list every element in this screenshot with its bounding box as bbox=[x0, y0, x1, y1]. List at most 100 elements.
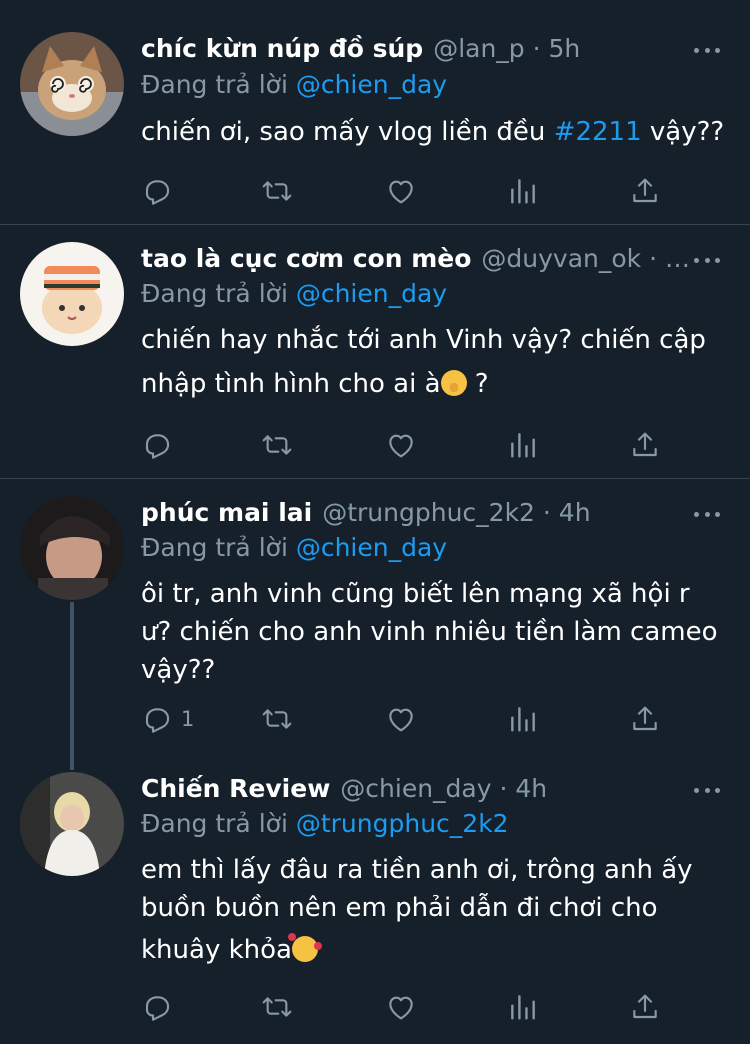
more-options-icon[interactable] bbox=[694, 786, 720, 794]
retweet-icon bbox=[262, 709, 292, 729]
analytics-icon bbox=[511, 707, 535, 732]
smiling-face-with-hearts-emoji bbox=[287, 933, 322, 962]
replying-to: Đang trả lời @chien_day bbox=[141, 531, 447, 565]
tweet[interactable]: tao là cục cơm con mèo @duyvan_ok · … Đa… bbox=[0, 225, 750, 479]
retweet-icon bbox=[262, 435, 292, 455]
tweet-text-part: khuây khỏa bbox=[141, 935, 292, 965]
tweet-text: ôi tr, anh vinh cũng biết lên mạng xã hộ… bbox=[141, 575, 731, 689]
tweet-text: chiến ơi, sao mấy vlog liền đều #2211 vậ… bbox=[141, 113, 731, 151]
share-button[interactable] bbox=[629, 702, 661, 736]
tweet-text-line: nhập tình hình cho ai à ? bbox=[141, 365, 731, 403]
analytics-button[interactable] bbox=[507, 702, 539, 736]
reply-icon bbox=[145, 434, 170, 459]
analytics-button[interactable] bbox=[507, 990, 539, 1024]
tweet-text-part: nhập tình hình cho ai à bbox=[141, 369, 441, 399]
replying-to-label: Đang trả lời bbox=[141, 70, 296, 99]
handle-and-time[interactable]: @chien_day · 4h bbox=[340, 772, 547, 806]
replying-to: Đang trả lời @chien_day bbox=[141, 277, 447, 311]
like-button[interactable] bbox=[385, 990, 417, 1024]
handle-and-time[interactable]: @trungphuc_2k2 · 4h bbox=[322, 496, 590, 530]
display-name[interactable]: Chiến Review bbox=[141, 772, 330, 806]
like-icon bbox=[389, 434, 413, 458]
retweet-button[interactable] bbox=[261, 702, 293, 736]
display-name[interactable]: phúc mai lai bbox=[141, 496, 312, 530]
analytics-icon bbox=[511, 995, 535, 1020]
replying-to-label: Đang trả lời bbox=[141, 533, 296, 562]
tweet-text-line: vậy?? bbox=[141, 655, 216, 685]
handle-and-time[interactable]: @lan_p · 5h bbox=[433, 32, 580, 66]
avatar[interactable] bbox=[20, 242, 124, 346]
tweet[interactable]: phúc mai lai @trungphuc_2k2 · 4h Đang tr… bbox=[0, 479, 750, 761]
tweet-text-part: chiến ơi, sao mấy vlog liền đều bbox=[141, 117, 554, 147]
mention-link[interactable]: @chien_day bbox=[296, 70, 447, 99]
retweet-button[interactable] bbox=[261, 428, 293, 462]
tweet[interactable]: chíc kừn núp đồ súp @lan_p · 5h Đang trả… bbox=[0, 0, 750, 224]
tweet-text-line: ư? chiến cho anh vinh nhiêu tiền làm cam… bbox=[141, 617, 718, 647]
shushing-face-emoji bbox=[440, 370, 467, 396]
like-icon bbox=[389, 996, 413, 1020]
more-options-icon[interactable] bbox=[694, 510, 720, 518]
retweet-button[interactable] bbox=[261, 174, 293, 208]
reply-button[interactable] bbox=[141, 428, 181, 462]
reply-count: 1 bbox=[181, 707, 195, 731]
like-button[interactable] bbox=[385, 428, 417, 462]
avatar[interactable] bbox=[20, 496, 124, 600]
display-name[interactable]: chíc kừn núp đồ súp bbox=[141, 32, 423, 66]
tweet-actions bbox=[141, 428, 661, 462]
analytics-button[interactable] bbox=[507, 428, 539, 462]
share-button[interactable] bbox=[629, 174, 661, 208]
like-icon bbox=[389, 180, 413, 204]
more-options-icon[interactable] bbox=[694, 46, 720, 54]
replying-to: Đang trả lời @chien_day bbox=[141, 68, 447, 102]
tweet-actions: 1 bbox=[141, 702, 661, 736]
tweet-text: chiến hay nhắc tới anh Vinh vậy? chiến c… bbox=[141, 321, 731, 403]
tweet-text-line: buồn buồn nên em phải dẫn đi chơi cho bbox=[141, 893, 658, 923]
tweet-text-line: khuây khỏa bbox=[141, 931, 731, 969]
reply-button[interactable]: 1 bbox=[141, 702, 194, 736]
more-options-icon[interactable] bbox=[694, 256, 720, 264]
mention-link[interactable]: @trungphuc_2k2 bbox=[296, 809, 509, 838]
tweet-actions bbox=[141, 990, 661, 1024]
share-icon bbox=[633, 994, 657, 1019]
tweet-text: em thì lấy đâu ra tiền anh ơi, trông anh… bbox=[141, 851, 731, 969]
tweet-header: tao là cục cơm con mèo @duyvan_ok · … bbox=[141, 242, 722, 276]
avatar[interactable] bbox=[20, 772, 124, 876]
share-icon bbox=[633, 706, 657, 731]
analytics-icon bbox=[511, 179, 535, 204]
display-name[interactable]: tao là cục cơm con mèo bbox=[141, 242, 471, 276]
reply-icon bbox=[145, 180, 170, 205]
tweet-header: chíc kừn núp đồ súp @lan_p · 5h bbox=[141, 32, 722, 66]
like-button[interactable] bbox=[385, 174, 417, 208]
tweet-text-line: chiến hay nhắc tới anh Vinh vậy? chiến c… bbox=[141, 325, 706, 355]
analytics-button[interactable] bbox=[507, 174, 539, 208]
mention-link[interactable]: @chien_day bbox=[296, 279, 447, 308]
reply-icon bbox=[145, 708, 170, 733]
share-icon bbox=[633, 178, 657, 203]
reply-button[interactable] bbox=[141, 990, 181, 1024]
hashtag-link[interactable]: #2211 bbox=[554, 117, 642, 147]
tweet-text-part: ? bbox=[466, 369, 489, 399]
reply-button[interactable] bbox=[141, 174, 181, 208]
avatar[interactable] bbox=[20, 32, 124, 136]
retweet-button[interactable] bbox=[261, 990, 293, 1024]
retweet-icon bbox=[262, 997, 292, 1017]
replying-to-label: Đang trả lời bbox=[141, 279, 296, 308]
tweet-actions bbox=[141, 174, 661, 208]
mention-link[interactable]: @chien_day bbox=[296, 533, 447, 562]
share-button[interactable] bbox=[629, 990, 661, 1024]
retweet-icon bbox=[262, 181, 292, 201]
share-icon bbox=[633, 432, 657, 457]
share-button[interactable] bbox=[629, 428, 661, 462]
like-button[interactable] bbox=[385, 702, 417, 736]
like-icon bbox=[389, 708, 413, 732]
tweet-text-line: ôi tr, anh vinh cũng biết lên mạng xã hộ… bbox=[141, 579, 690, 609]
replying-to: Đang trả lời @trungphuc_2k2 bbox=[141, 807, 509, 841]
handle-and-time[interactable]: @duyvan_ok · … bbox=[481, 242, 690, 276]
tweet-header: phúc mai lai @trungphuc_2k2 · 4h bbox=[141, 496, 722, 530]
tweet-text-line: em thì lấy đâu ra tiền anh ơi, trông anh… bbox=[141, 855, 693, 885]
tweet-header: Chiến Review @chien_day · 4h bbox=[141, 772, 722, 806]
tweet-text-part: vậy?? bbox=[641, 117, 725, 147]
replying-to-label: Đang trả lời bbox=[141, 809, 296, 838]
tweet[interactable]: Chiến Review @chien_day · 4h Đang trả lờ… bbox=[0, 755, 750, 1044]
analytics-icon bbox=[511, 433, 535, 458]
